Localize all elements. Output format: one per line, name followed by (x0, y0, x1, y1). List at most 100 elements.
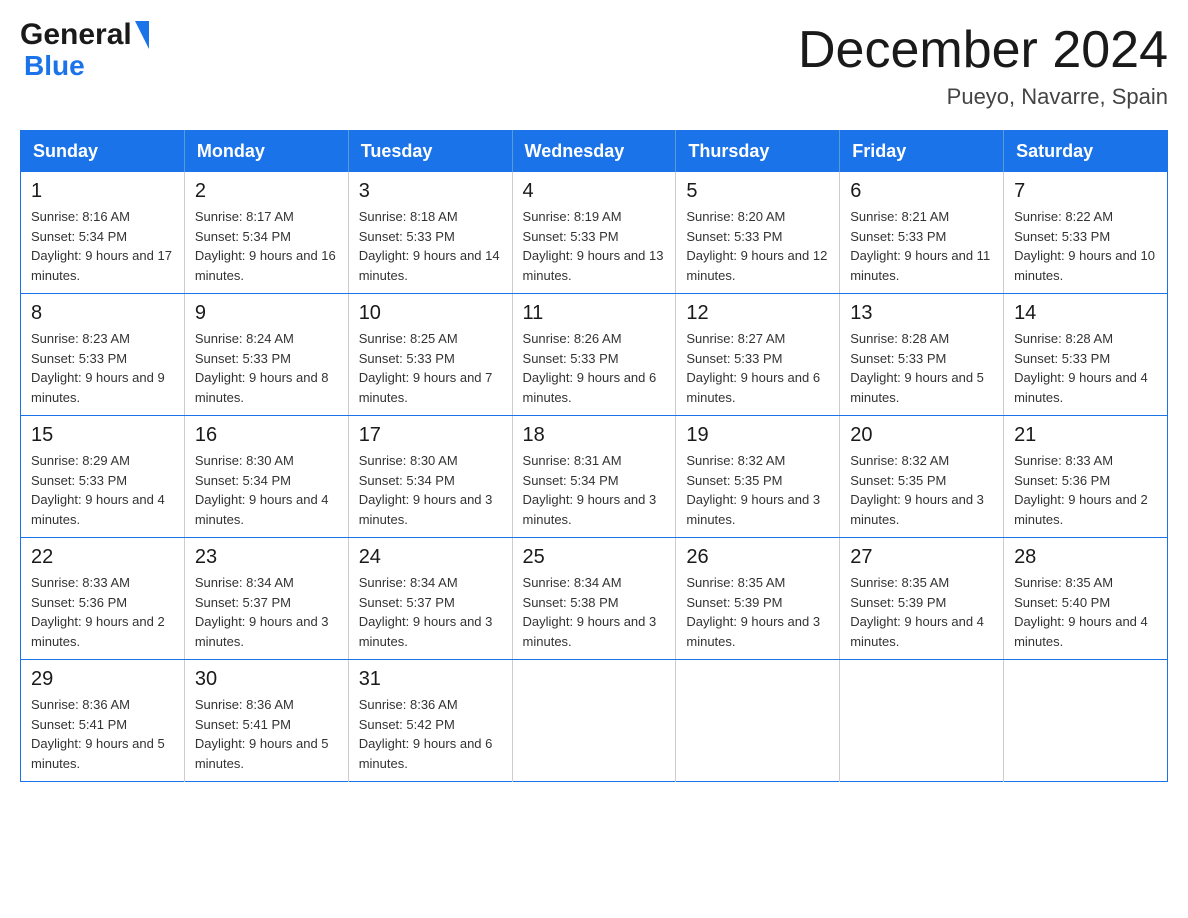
calendar-cell: 14 Sunrise: 8:28 AM Sunset: 5:33 PM Dayl… (1004, 294, 1168, 416)
calendar-cell: 1 Sunrise: 8:16 AM Sunset: 5:34 PM Dayli… (21, 172, 185, 294)
day-number: 26 (686, 546, 829, 569)
day-info: Sunrise: 8:36 AM Sunset: 5:41 PM Dayligh… (31, 695, 174, 773)
week-row-5: 29 Sunrise: 8:36 AM Sunset: 5:41 PM Dayl… (21, 660, 1168, 782)
calendar-cell: 28 Sunrise: 8:35 AM Sunset: 5:40 PM Dayl… (1004, 538, 1168, 660)
day-info: Sunrise: 8:20 AM Sunset: 5:33 PM Dayligh… (686, 207, 829, 285)
day-number: 4 (523, 180, 666, 203)
week-row-4: 22 Sunrise: 8:33 AM Sunset: 5:36 PM Dayl… (21, 538, 1168, 660)
week-row-3: 15 Sunrise: 8:29 AM Sunset: 5:33 PM Dayl… (21, 416, 1168, 538)
day-number: 20 (850, 424, 993, 447)
calendar-cell: 21 Sunrise: 8:33 AM Sunset: 5:36 PM Dayl… (1004, 416, 1168, 538)
day-number: 29 (31, 668, 174, 691)
month-title: December 2024 (798, 20, 1168, 80)
calendar-cell: 13 Sunrise: 8:28 AM Sunset: 5:33 PM Dayl… (840, 294, 1004, 416)
calendar-cell: 4 Sunrise: 8:19 AM Sunset: 5:33 PM Dayli… (512, 172, 676, 294)
day-number: 5 (686, 180, 829, 203)
calendar-cell (840, 660, 1004, 782)
weekday-header-thursday: Thursday (676, 131, 840, 173)
day-info: Sunrise: 8:19 AM Sunset: 5:33 PM Dayligh… (523, 207, 666, 285)
day-number: 27 (850, 546, 993, 569)
calendar-cell: 27 Sunrise: 8:35 AM Sunset: 5:39 PM Dayl… (840, 538, 1004, 660)
day-number: 28 (1014, 546, 1157, 569)
day-info: Sunrise: 8:33 AM Sunset: 5:36 PM Dayligh… (31, 573, 174, 651)
day-info: Sunrise: 8:25 AM Sunset: 5:33 PM Dayligh… (359, 329, 502, 407)
day-info: Sunrise: 8:36 AM Sunset: 5:42 PM Dayligh… (359, 695, 502, 773)
calendar-cell: 19 Sunrise: 8:32 AM Sunset: 5:35 PM Dayl… (676, 416, 840, 538)
calendar-cell (512, 660, 676, 782)
day-info: Sunrise: 8:21 AM Sunset: 5:33 PM Dayligh… (850, 207, 993, 285)
calendar-cell: 15 Sunrise: 8:29 AM Sunset: 5:33 PM Dayl… (21, 416, 185, 538)
day-number: 18 (523, 424, 666, 447)
logo-blue-text: Blue (20, 50, 85, 82)
calendar-cell: 23 Sunrise: 8:34 AM Sunset: 5:37 PM Dayl… (184, 538, 348, 660)
day-number: 2 (195, 180, 338, 203)
day-info: Sunrise: 8:28 AM Sunset: 5:33 PM Dayligh… (850, 329, 993, 407)
weekday-header-sunday: Sunday (21, 131, 185, 173)
day-info: Sunrise: 8:35 AM Sunset: 5:39 PM Dayligh… (686, 573, 829, 651)
day-info: Sunrise: 8:34 AM Sunset: 5:38 PM Dayligh… (523, 573, 666, 651)
day-number: 31 (359, 668, 502, 691)
day-number: 22 (31, 546, 174, 569)
week-row-1: 1 Sunrise: 8:16 AM Sunset: 5:34 PM Dayli… (21, 172, 1168, 294)
calendar-cell: 24 Sunrise: 8:34 AM Sunset: 5:37 PM Dayl… (348, 538, 512, 660)
day-number: 25 (523, 546, 666, 569)
weekday-header-row: SundayMondayTuesdayWednesdayThursdayFrid… (21, 131, 1168, 173)
calendar-table: SundayMondayTuesdayWednesdayThursdayFrid… (20, 130, 1168, 782)
calendar-cell: 26 Sunrise: 8:35 AM Sunset: 5:39 PM Dayl… (676, 538, 840, 660)
calendar-cell (676, 660, 840, 782)
calendar-cell: 12 Sunrise: 8:27 AM Sunset: 5:33 PM Dayl… (676, 294, 840, 416)
weekday-header-tuesday: Tuesday (348, 131, 512, 173)
day-info: Sunrise: 8:22 AM Sunset: 5:33 PM Dayligh… (1014, 207, 1157, 285)
day-number: 17 (359, 424, 502, 447)
calendar-cell: 2 Sunrise: 8:17 AM Sunset: 5:34 PM Dayli… (184, 172, 348, 294)
day-info: Sunrise: 8:29 AM Sunset: 5:33 PM Dayligh… (31, 451, 174, 529)
day-info: Sunrise: 8:34 AM Sunset: 5:37 PM Dayligh… (195, 573, 338, 651)
day-info: Sunrise: 8:32 AM Sunset: 5:35 PM Dayligh… (686, 451, 829, 529)
day-number: 7 (1014, 180, 1157, 203)
day-info: Sunrise: 8:28 AM Sunset: 5:33 PM Dayligh… (1014, 329, 1157, 407)
page-header: General Blue December 2024 Pueyo, Navarr… (20, 20, 1168, 110)
day-info: Sunrise: 8:35 AM Sunset: 5:39 PM Dayligh… (850, 573, 993, 651)
calendar-cell: 3 Sunrise: 8:18 AM Sunset: 5:33 PM Dayli… (348, 172, 512, 294)
calendar-cell: 30 Sunrise: 8:36 AM Sunset: 5:41 PM Dayl… (184, 660, 348, 782)
day-info: Sunrise: 8:32 AM Sunset: 5:35 PM Dayligh… (850, 451, 993, 529)
calendar-cell: 5 Sunrise: 8:20 AM Sunset: 5:33 PM Dayli… (676, 172, 840, 294)
calendar-cell: 18 Sunrise: 8:31 AM Sunset: 5:34 PM Dayl… (512, 416, 676, 538)
day-number: 8 (31, 302, 174, 325)
day-number: 24 (359, 546, 502, 569)
day-info: Sunrise: 8:30 AM Sunset: 5:34 PM Dayligh… (195, 451, 338, 529)
day-number: 16 (195, 424, 338, 447)
calendar-cell: 29 Sunrise: 8:36 AM Sunset: 5:41 PM Dayl… (21, 660, 185, 782)
day-number: 19 (686, 424, 829, 447)
day-info: Sunrise: 8:30 AM Sunset: 5:34 PM Dayligh… (359, 451, 502, 529)
day-number: 10 (359, 302, 502, 325)
calendar-cell: 8 Sunrise: 8:23 AM Sunset: 5:33 PM Dayli… (21, 294, 185, 416)
calendar-cell: 16 Sunrise: 8:30 AM Sunset: 5:34 PM Dayl… (184, 416, 348, 538)
day-info: Sunrise: 8:16 AM Sunset: 5:34 PM Dayligh… (31, 207, 174, 285)
day-number: 11 (523, 302, 666, 325)
calendar-cell: 6 Sunrise: 8:21 AM Sunset: 5:33 PM Dayli… (840, 172, 1004, 294)
day-info: Sunrise: 8:23 AM Sunset: 5:33 PM Dayligh… (31, 329, 174, 407)
day-info: Sunrise: 8:35 AM Sunset: 5:40 PM Dayligh… (1014, 573, 1157, 651)
day-number: 3 (359, 180, 502, 203)
day-info: Sunrise: 8:31 AM Sunset: 5:34 PM Dayligh… (523, 451, 666, 529)
day-number: 15 (31, 424, 174, 447)
calendar-cell: 11 Sunrise: 8:26 AM Sunset: 5:33 PM Dayl… (512, 294, 676, 416)
calendar-cell: 7 Sunrise: 8:22 AM Sunset: 5:33 PM Dayli… (1004, 172, 1168, 294)
calendar-cell: 9 Sunrise: 8:24 AM Sunset: 5:33 PM Dayli… (184, 294, 348, 416)
title-block: December 2024 Pueyo, Navarre, Spain (798, 20, 1168, 110)
day-info: Sunrise: 8:27 AM Sunset: 5:33 PM Dayligh… (686, 329, 829, 407)
day-info: Sunrise: 8:36 AM Sunset: 5:41 PM Dayligh… (195, 695, 338, 773)
weekday-header-wednesday: Wednesday (512, 131, 676, 173)
calendar-cell: 20 Sunrise: 8:32 AM Sunset: 5:35 PM Dayl… (840, 416, 1004, 538)
day-number: 12 (686, 302, 829, 325)
day-info: Sunrise: 8:34 AM Sunset: 5:37 PM Dayligh… (359, 573, 502, 651)
week-row-2: 8 Sunrise: 8:23 AM Sunset: 5:33 PM Dayli… (21, 294, 1168, 416)
day-number: 14 (1014, 302, 1157, 325)
day-number: 9 (195, 302, 338, 325)
logo: General Blue (20, 20, 150, 82)
weekday-header-saturday: Saturday (1004, 131, 1168, 173)
day-number: 23 (195, 546, 338, 569)
calendar-cell (1004, 660, 1168, 782)
calendar-cell: 22 Sunrise: 8:33 AM Sunset: 5:36 PM Dayl… (21, 538, 185, 660)
